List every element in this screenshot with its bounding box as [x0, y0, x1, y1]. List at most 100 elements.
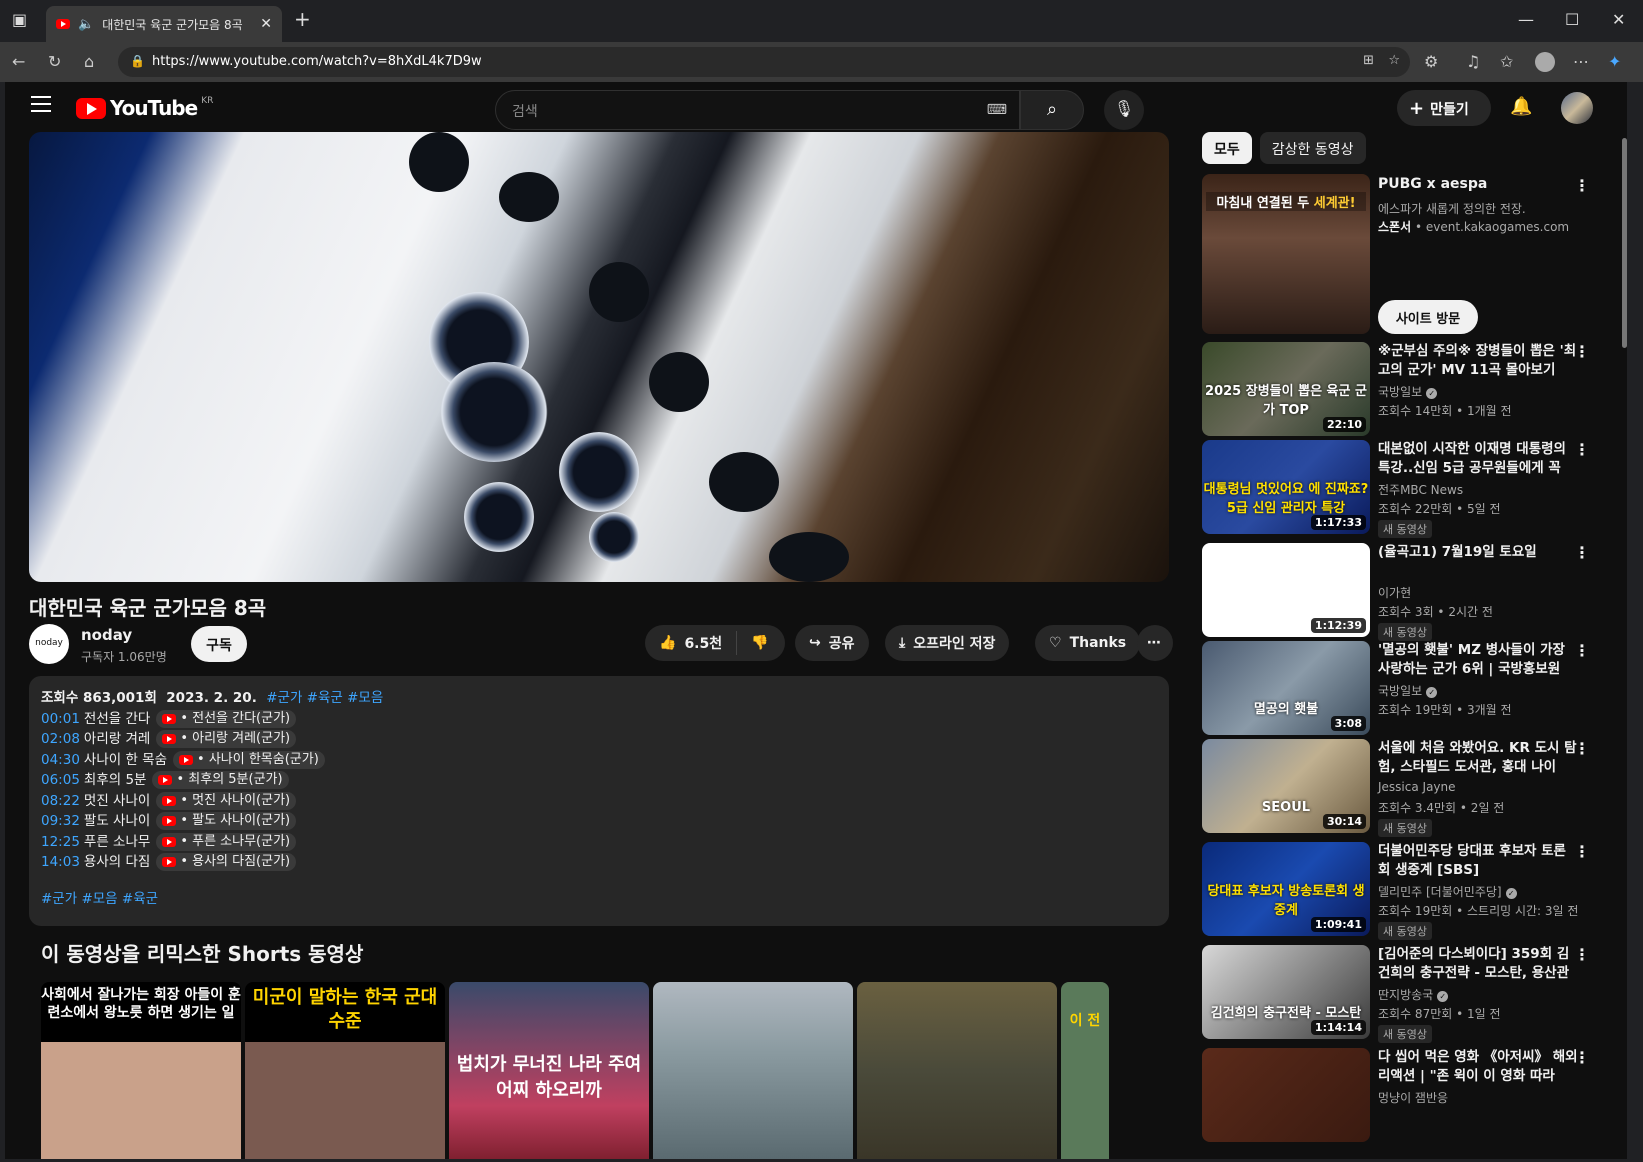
hashtags-bottom[interactable]: #군가 #모음 #육군	[41, 889, 1157, 910]
video-thumbnail[interactable]: 2025 장병들이 뽑은 육군 군가 TOP 22:10	[1202, 342, 1370, 436]
voice-search-button[interactable]: 🎙	[1104, 90, 1144, 130]
chapter-video-link[interactable]: • 팔도 사나이(군가)	[156, 812, 297, 831]
chapter-timestamp[interactable]: 12:25	[41, 832, 80, 853]
video-title-link[interactable]: 대본없이 시작한 이재명 대통령의 특강..신임 5급 공무원들에게 꼭 ...	[1378, 440, 1578, 478]
speaker-icon[interactable]: 🔈	[78, 17, 94, 32]
video-more-icon[interactable]: ⋮	[1574, 842, 1590, 861]
video-more-icon[interactable]: ⋮	[1574, 641, 1590, 660]
channel-name[interactable]: 이가현	[1378, 584, 1411, 601]
create-button[interactable]: + 만들기	[1397, 90, 1491, 126]
new-tab-icon[interactable]: +	[294, 7, 311, 31]
chapter-video-link[interactable]: • 전선을 간다(군가)	[156, 709, 297, 728]
chip-all[interactable]: 모두	[1202, 132, 1252, 164]
channel-name[interactable]: 전주MBC News	[1378, 481, 1463, 498]
video-more-icon[interactable]: ⋮	[1574, 1048, 1590, 1067]
chapter-video-link[interactable]: • 아리랑 겨레(군가)	[156, 730, 297, 749]
video-title-link[interactable]: '멸공의 횃불' MZ 병사들이 가장 사랑하는 군가 6위 | 국방홍보원	[1378, 641, 1578, 679]
video-title-link[interactable]: 다 씹어 먹은 영화 《아저씨》 해외 리액션 | "존 윅이 이 영화 따라했…	[1378, 1048, 1578, 1086]
page-scrollbar[interactable]	[1622, 82, 1627, 1159]
back-icon[interactable]: ←	[12, 52, 25, 71]
video-more-icon[interactable]: ⋮	[1574, 945, 1590, 964]
thanks-button[interactable]: ♡ Thanks	[1035, 625, 1141, 661]
guide-menu-icon[interactable]	[31, 96, 51, 112]
video-thumbnail[interactable]: 김건희의 충구전략 - 모스탄 1:14:14	[1202, 945, 1370, 1039]
recommended-video[interactable]: 당대표 후보자 방송토론회 생중계 1:09:41 더불어민주당 당대표 후보자 토…	[1202, 842, 1602, 940]
short-item[interactable]	[857, 982, 1057, 1159]
search-input[interactable]: 검색 ⌨	[495, 90, 1020, 130]
chapter-timestamp[interactable]: 02:08	[41, 729, 80, 750]
favorite-star-icon[interactable]: ☆	[1388, 53, 1400, 68]
tab-actions-icon[interactable]: ▣	[12, 10, 27, 29]
like-button[interactable]: 👍 6.5천	[645, 631, 738, 655]
youtube-logo[interactable]: YouTube KR	[76, 96, 213, 120]
channel-name[interactable]: 델리민주 [더불어민주당] ✓	[1378, 883, 1517, 900]
search-button[interactable]: ⌕	[1020, 90, 1084, 130]
chapter-video-link[interactable]: • 용사의 다짐(군가)	[156, 853, 297, 872]
channel-name[interactable]: 딴지방송국 ✓	[1378, 986, 1449, 1003]
video-thumbnail[interactable]: 멸공의 횃불 3:08	[1202, 641, 1370, 735]
chapter-timestamp[interactable]: 00:01	[41, 709, 80, 730]
visit-site-button[interactable]: 사이트 방문	[1378, 300, 1478, 334]
close-window-icon[interactable]: ✕	[1612, 10, 1625, 29]
channel-name[interactable]: 국방일보 ✓	[1378, 682, 1438, 699]
video-thumbnail[interactable]: 1:12:39	[1202, 543, 1370, 637]
short-item[interactable]	[653, 982, 853, 1159]
share-button[interactable]: ↪ 공유	[795, 625, 869, 661]
close-tab-icon[interactable]: ✕	[260, 16, 272, 32]
video-more-icon[interactable]: ⋮	[1574, 543, 1590, 562]
favorites-icon[interactable]: ✩	[1500, 52, 1513, 71]
ad-title[interactable]: PUBG x aespa	[1378, 176, 1487, 192]
video-more-icon[interactable]: ⋮	[1574, 739, 1590, 758]
video-thumbnail[interactable]: 당대표 후보자 방송토론회 생중계 1:09:41	[1202, 842, 1370, 936]
short-item[interactable]: 이 전	[1061, 982, 1109, 1159]
profile-icon[interactable]	[1535, 52, 1555, 72]
dislike-button[interactable]: 👎	[737, 635, 782, 651]
ad-more-icon[interactable]: ⋮	[1574, 176, 1590, 195]
minimize-icon[interactable]: —	[1518, 10, 1534, 29]
url-field[interactable]: 🔒 https://www.youtube.com/watch?v=8hXdL4…	[118, 47, 1410, 77]
chapter-video-link[interactable]: • 멋진 사나이(군가)	[156, 791, 297, 810]
video-more-icon[interactable]: ⋮	[1574, 342, 1590, 361]
recommended-video[interactable]: 1:12:39 (율곡고1) 7월19일 토요일 이가현 조회수 3회 • 2시간 전…	[1202, 543, 1602, 641]
video-title-link[interactable]: 더불어민주당 당대표 후보자 토론회 생중계 [SBS]	[1378, 842, 1578, 880]
keyboard-icon[interactable]: ⌨	[987, 102, 1007, 118]
recommended-video[interactable]: 멸공의 횃불 3:08 '멸공의 횃불' MZ 병사들이 가장 사랑하는 군가 6위…	[1202, 641, 1602, 735]
channel-name[interactable]: Jessica Jayne	[1378, 780, 1456, 794]
chapter-timestamp[interactable]: 14:03	[41, 852, 80, 873]
video-title-link[interactable]: (율곡고1) 7월19일 토요일	[1378, 543, 1578, 562]
home-icon[interactable]: ⌂	[84, 52, 94, 71]
lock-icon[interactable]: 🔒	[130, 54, 145, 68]
reload-icon[interactable]: ↻	[48, 52, 61, 71]
media-icon[interactable]: ♫	[1466, 52, 1480, 71]
more-actions-button[interactable]: ⋯	[1137, 625, 1173, 661]
copilot-icon[interactable]: ✦	[1608, 52, 1621, 71]
video-player[interactable]	[29, 132, 1169, 582]
video-more-icon[interactable]: ⋮	[1574, 440, 1590, 459]
download-button[interactable]: ⤓ 오프라인 저장	[885, 625, 1010, 661]
extensions-icon[interactable]: ⚙	[1424, 52, 1438, 71]
recommended-video[interactable]: SEOUL 30:14 서울에 처음 와봤어요. KR 도시 탐험, 스타필드 도서…	[1202, 739, 1602, 837]
video-thumbnail[interactable]: 대통령님 멋있어요 에 진짜죠? 5급 신임 관리자 특강 1:17:33	[1202, 440, 1370, 534]
video-title-link[interactable]: ※군부심 주의※ 장병들이 뽑은 '최고의 군가' MV 11곡 몰아보기(22…	[1378, 342, 1578, 380]
chapter-timestamp[interactable]: 06:05	[41, 770, 80, 791]
chapter-video-link[interactable]: • 사나이 한목숨(군가)	[173, 750, 325, 769]
channel-name[interactable]: 국방일보 ✓	[1378, 383, 1438, 400]
maximize-icon[interactable]: ☐	[1565, 10, 1579, 29]
notifications-bell-icon[interactable]: 🔔	[1510, 96, 1532, 117]
video-title-link[interactable]: 서울에 처음 와봤어요. KR 도시 탐험, 스타필드 도서관, 홍대 나이트.…	[1378, 739, 1578, 777]
chapter-video-link[interactable]: • 푸른 소나무(군가)	[156, 832, 297, 851]
sponsored-ad[interactable]: 마침내 연결된 두 세계관! PUBG x aespa 에스파가 새롭게 정의한…	[1202, 174, 1602, 334]
video-description[interactable]: 조회수 863,001회 2023. 2. 20. #군가 #육군 #모음 00…	[29, 676, 1169, 926]
video-title-link[interactable]: [김어준의 다스뵈이다] 359회 김건희의 충구전략 - 모스탄, 용산관저.…	[1378, 945, 1578, 983]
chapter-timestamp[interactable]: 08:22	[41, 791, 80, 812]
video-thumbnail[interactable]	[1202, 1048, 1370, 1142]
account-avatar[interactable]	[1561, 92, 1593, 124]
short-item[interactable]: 사회에서 잘나가는 회장 아들이 훈련소에서 왕노릇 하면 생기는 일	[41, 982, 241, 1159]
video-thumbnail[interactable]: SEOUL 30:14	[1202, 739, 1370, 833]
hashtags-top[interactable]: #군가 #육군 #모음	[266, 690, 383, 706]
chapter-timestamp[interactable]: 04:30	[41, 750, 80, 771]
short-item[interactable]: 법치가 무너진 나라 주여 어찌 하오리까	[449, 982, 649, 1159]
short-item[interactable]: 미군이 말하는 한국 군대 수준	[245, 982, 445, 1159]
subscribe-button[interactable]: 구독	[191, 626, 247, 662]
channel-name[interactable]: 멍냥이 잼반응	[1378, 1089, 1448, 1106]
